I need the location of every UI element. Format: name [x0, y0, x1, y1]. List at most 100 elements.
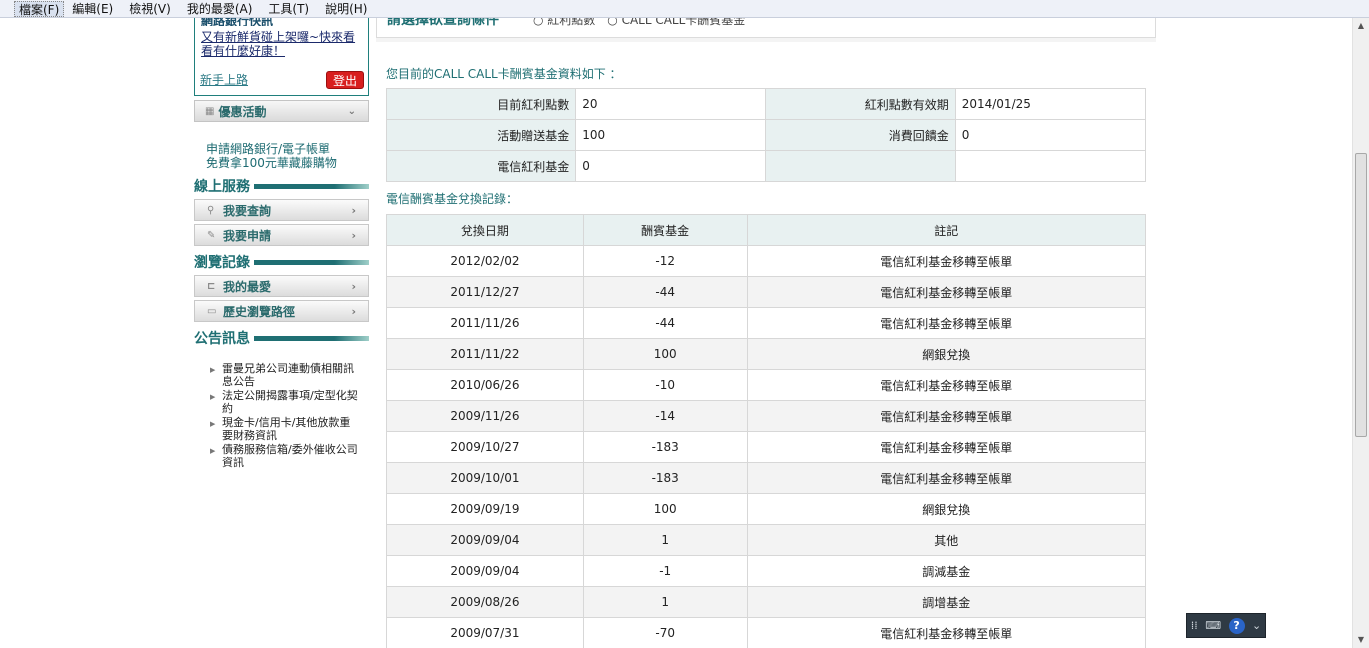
- note-cell: 電信紅利基金移轉至帳單: [746, 245, 1147, 277]
- query-options[interactable]: ○ 紅利點數 ○ CALL CALL卡酬賓基金: [533, 18, 745, 28]
- table-row: 2010/06/26 -10 電信紅利基金移轉至帳單: [386, 369, 1147, 401]
- sidebar-item-label: 我的最愛: [223, 279, 272, 294]
- menu-tools[interactable]: 工具(T): [260, 1, 317, 17]
- table-row: 2009/10/01 -183 電信紅利基金移轉至帳單: [386, 462, 1147, 494]
- date-cell: 2010/06/26: [386, 369, 584, 401]
- note-cell: 其他: [746, 524, 1147, 556]
- apply-link[interactable]: 申請網路銀行/電子帳單 免費拿100元華藏藤購物: [194, 142, 369, 170]
- scrollbar-thumb[interactable]: [1355, 153, 1367, 437]
- date-cell: 2009/09/04: [386, 524, 584, 556]
- column-header: 酬賓基金: [582, 214, 748, 246]
- bullet-icon: ▶: [210, 447, 216, 455]
- amount-cell: -70: [582, 617, 748, 648]
- menu-favorites[interactable]: 我的最愛(A): [179, 1, 261, 17]
- note-cell: 網銀兌換: [746, 338, 1147, 370]
- promo-tab[interactable]: ▦ 優惠活動 ⌄: [194, 100, 369, 122]
- date-cell: 2012/02/02: [386, 245, 584, 277]
- rebate-label: 消費回饋金: [765, 119, 956, 151]
- sidebar-item-favorites[interactable]: ⊏ 我的最愛 ›: [194, 275, 369, 297]
- menu-file[interactable]: 檔案(F): [14, 0, 65, 17]
- empty-cell: [765, 150, 956, 182]
- note-cell: 網銀兌換: [746, 493, 1147, 525]
- sidebar-item-history[interactable]: ▭ 歷史瀏覽路徑 ›: [194, 300, 369, 322]
- date-cell: 2009/10/27: [386, 431, 584, 463]
- amount-cell: -44: [582, 276, 748, 308]
- online-services-heading: 線上服務: [194, 176, 369, 196]
- table-row: 2011/11/26 -44 電信紅利基金移轉至帳單: [386, 307, 1147, 339]
- keyboard-icon[interactable]: ⌨: [1205, 619, 1221, 632]
- expiry-value: 2014/01/25: [954, 88, 1147, 120]
- table-row: 電信紅利基金 0: [385, 150, 1147, 182]
- bullet-icon: ▶: [210, 366, 216, 374]
- amount-cell: -1: [582, 555, 748, 587]
- logout-button[interactable]: 登出: [326, 71, 364, 89]
- table-row: 活動贈送基金 100 消費回饋金 0: [385, 119, 1147, 151]
- amount-cell: 100: [582, 493, 748, 525]
- note-cell: 電信紅利基金移轉至帳單: [746, 431, 1147, 463]
- chevron-right-icon: ›: [351, 228, 356, 242]
- sidebar-item-apply[interactable]: ✎ 我要申請 ›: [194, 224, 369, 246]
- amount-cell: -10: [582, 369, 748, 401]
- expand-icon[interactable]: ⌄: [1252, 619, 1261, 632]
- amount-cell: -12: [582, 245, 748, 277]
- chevron-down-icon: ⌄: [347, 105, 356, 117]
- gift-value: 100: [575, 119, 767, 151]
- table-row: 2011/12/27 -44 電信紅利基金移轉至帳單: [386, 276, 1147, 308]
- expiry-label: 紅利點數有效期: [765, 88, 956, 120]
- notice-title: 網路銀行快訊: [201, 18, 274, 26]
- table-header-row: 兌換日期 酬賓基金 註記: [386, 214, 1147, 246]
- note-cell: 電信紅利基金移轉至帳單: [746, 462, 1147, 494]
- sidebar-item-label: 我要申請: [223, 228, 272, 243]
- help-icon[interactable]: ?: [1228, 617, 1245, 634]
- grip-icon[interactable]: ⁞⁞: [1191, 619, 1198, 632]
- bullet-icon: ▶: [210, 393, 216, 401]
- note-cell: 電信紅利基金移轉至帳單: [746, 369, 1147, 401]
- note-cell: 電信紅利基金移轉至帳單: [746, 276, 1147, 308]
- announcement-item[interactable]: ▶ 債務服務信箱/委外催收公司資訊: [210, 443, 369, 469]
- query-title: 請選擇欲查詢條件: [387, 18, 499, 28]
- notice-link[interactable]: 又有新鮮貨碰上架囉~快來看看有什麼好康！: [201, 30, 362, 58]
- announcement-item[interactable]: ▶ 雷曼兄弟公司連動債相關訊息公告: [210, 362, 369, 388]
- newbie-link[interactable]: 新手上路: [200, 71, 248, 88]
- menu-help[interactable]: 說明(H): [317, 1, 375, 17]
- table-row: 2009/09/04 -1 調減基金: [386, 555, 1147, 587]
- apply-link-line-2: 免費拿100元華藏藤購物: [206, 156, 337, 170]
- history-table: 兌換日期 酬賓基金 註記 2012/02/02 -12 電信紅利基金移轉至帳單 201…: [386, 214, 1147, 648]
- history-heading: 電信酬賓基金兌換記錄：: [386, 192, 519, 206]
- scroll-down-icon[interactable]: ▼: [1353, 632, 1369, 648]
- sidebar-item-query[interactable]: ⚲ 我要查詢 ›: [194, 199, 369, 221]
- note-cell: 電信紅利基金移轉至帳單: [746, 307, 1147, 339]
- menu-view[interactable]: 檢視(V): [121, 1, 179, 17]
- promo-tab-label: 優惠活動: [218, 104, 267, 119]
- table-row: 2009/10/27 -183 電信紅利基金移轉至帳單: [386, 431, 1147, 463]
- search-icon: ⚲: [207, 204, 215, 216]
- apply-link-line-1: 申請網路銀行/電子帳單: [206, 142, 331, 156]
- menu-edit[interactable]: 編輯(E): [64, 1, 121, 17]
- empty-cell: [954, 150, 1147, 182]
- date-cell: 2009/11/26: [386, 400, 584, 432]
- announcement-item[interactable]: ▶ 現金卡/信用卡/其他放款重要財務資訊: [210, 416, 369, 442]
- heading-divider: [254, 259, 369, 265]
- notice-box: 網路銀行快訊 又有新鮮貨碰上架囉~快來看看有什麼好康！ 新手上路 登出: [194, 18, 369, 96]
- date-cell: 2009/10/01: [386, 462, 584, 494]
- table-row: 2009/11/26 -14 電信紅利基金移轉至帳單: [386, 400, 1147, 432]
- chevron-right-icon: ›: [351, 203, 356, 217]
- gift-label: 活動贈送基金: [385, 119, 577, 151]
- info-heading: 您目前的CALL CALL卡酬賓基金資料如下 ：: [386, 67, 622, 81]
- table-row: 2012/02/02 -12 電信紅利基金移轉至帳單: [386, 245, 1147, 277]
- floating-toolbar: ⁞⁞ ⌨ ? ⌄: [1186, 613, 1266, 638]
- vertical-scrollbar[interactable]: ▲ ▼: [1352, 18, 1369, 648]
- rebate-value: 0: [954, 119, 1147, 151]
- note-cell: 電信紅利基金移轉至帳單: [746, 400, 1147, 432]
- announcement-item[interactable]: ▶ 法定公開揭露事項/定型化契約: [210, 389, 369, 415]
- date-cell: 2011/11/26: [386, 307, 584, 339]
- browse-title: 瀏覽記錄: [194, 255, 250, 271]
- table-row: 目前紅利點數 20 紅利點數有效期 2014/01/25: [385, 88, 1147, 120]
- scroll-up-icon[interactable]: ▲: [1353, 18, 1369, 34]
- table-row: 2009/09/19 100 網銀兌換: [386, 493, 1147, 525]
- announcements-heading: 公告訊息: [194, 328, 369, 348]
- amount-cell: -183: [582, 462, 748, 494]
- date-cell: 2009/09/04: [386, 555, 584, 587]
- amount-cell: -14: [582, 400, 748, 432]
- query-panel: 請選擇欲查詢條件 ○ 紅利點數 ○ CALL CALL卡酬賓基金: [376, 18, 1156, 38]
